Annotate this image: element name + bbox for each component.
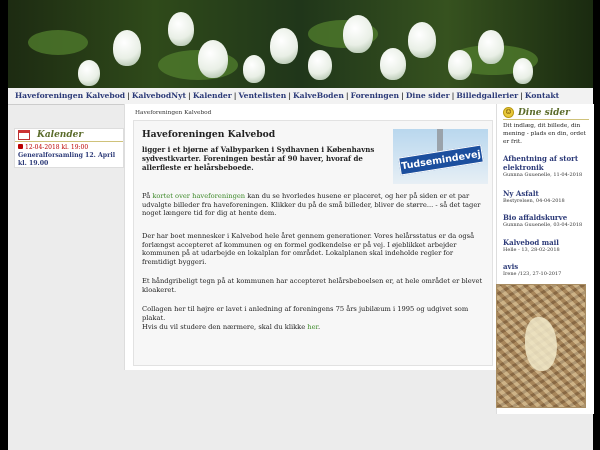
paragraph-text: Hvis du vil studere den nærmere, skal du… [142,323,308,331]
paragraph-text: . [318,323,321,331]
post-title[interactable]: Ny Asfalt [503,189,591,198]
post-item[interactable]: Ny Asfalt Bestyrelsen, 04-04-2018 [503,189,591,205]
intro-text: ligger i et bjørne af Valbyparken i Sydh… [142,145,375,172]
nav-item-ventelisten[interactable]: Ventelisten [238,88,286,104]
calendar-icon [18,130,30,140]
nav-item-kalvebodnyt[interactable]: KalvebodNyt [132,88,186,104]
street-sign-image[interactable]: Tudsemindevej [393,129,488,184]
calendar-widget: Kalender 12-04-2018 kl. 19:00 Generalfor… [14,128,124,168]
nav-item-kalveboden[interactable]: KalveBoden [293,88,344,104]
paragraph-click-here: Hvis du vil studere den nærmere, skal du… [142,323,484,332]
post-title[interactable]: Kalvebod mail [503,238,591,247]
post-item[interactable]: Kalvebod mail Helle - 13, 28-02-2018 [503,238,591,254]
dine-sider-intro: Dit indlæg, dit billede, din mening - pl… [503,123,586,145]
post-title[interactable]: Afhentning af stort elektronik [503,154,591,172]
calendar-event-date-row: 12-04-2018 kl. 19:00 [15,142,123,151]
post-title[interactable]: Bio affaldskurve [503,213,591,222]
nav-separator: | [288,91,292,100]
collage-map-shape [525,317,557,371]
top-navigation: Haveforeningen Kalvebod | KalvebodNyt | Kale… [8,88,593,105]
post-title[interactable]: avis [503,262,591,271]
post-item[interactable]: Afhentning af stort elektronik Gunnna Gu… [503,154,591,179]
post-item[interactable]: Bio affaldskurve Gunnna Guuenelle, 03-04… [503,213,591,229]
calendar-title: Kalender [37,130,84,140]
main-content-area: Haveforeningen Kalvebod Haveforeningen K… [124,104,498,370]
page-title: Haveforeningen Kalvebod [142,129,276,140]
map-link[interactable]: kortet over haveforeningen [152,192,245,200]
paragraph-sewer: Et håndgribeligt tegn på at kommunen har… [142,277,483,294]
dine-sider-header: ☺ Dine sider [503,107,589,120]
calendar-header: Kalender [15,129,123,142]
breadcrumb[interactable]: Haveforeningen Kalvebod [135,110,211,116]
post-meta: Bestyrelsen, 04-04-2018 [503,198,565,204]
nav-item-dine-sider[interactable]: Dine sider [406,88,450,104]
snowdrop-banner [8,0,593,88]
paragraph-map: På kortet over haveforeningen kan du se … [142,192,484,218]
nav-item-haveforeningen-kalvebod[interactable]: Haveforeningen Kalvebod [8,88,125,104]
post-item[interactable]: avis Irene /123, 27-10-2017 [503,262,591,278]
nav-separator: | [127,91,130,100]
event-bullet-icon [18,144,23,149]
nav-separator: | [401,91,404,100]
post-meta: Gunnna Guuenelle, 03-04-2018 [503,222,583,228]
post-meta: Gunnna Guuenelle, 11-04-2018 [503,172,583,178]
nav-separator: | [520,91,523,100]
calendar-event-link[interactable]: Generalforsamling 12. April kl. 19.00 [15,151,123,169]
nav-separator: | [188,91,191,100]
smiley-icon: ☺ [503,107,514,118]
nav-item-kontakt[interactable]: Kontakt [525,88,559,104]
calendar-event-date: 12-04-2018 kl. 19:00 [25,144,89,151]
paragraph-collage: Collagen her til højre er lavet i anledn… [142,305,469,322]
nav-separator: | [345,91,349,100]
article-box: Haveforeningen Kalvebod ligger i et bjør… [133,120,493,366]
collage-image[interactable] [496,284,586,408]
nav-item-foreningen[interactable]: Foreningen [351,88,399,104]
paragraph-text: På [142,192,153,200]
nav-item-kalender[interactable]: Kalender [193,88,232,104]
post-meta: Helle - 13, 28-02-2018 [503,247,560,253]
nav-item-billedgallerier[interactable]: Billedgallerier [456,88,518,104]
dine-sider-title[interactable]: Dine sider [518,107,570,119]
post-meta: Irene /123, 27-10-2017 [503,271,562,277]
here-link[interactable]: her [307,323,318,331]
paragraph-history: Der har boet mennesker i Kalvebod hele å… [142,232,475,266]
nav-separator: | [451,91,455,100]
